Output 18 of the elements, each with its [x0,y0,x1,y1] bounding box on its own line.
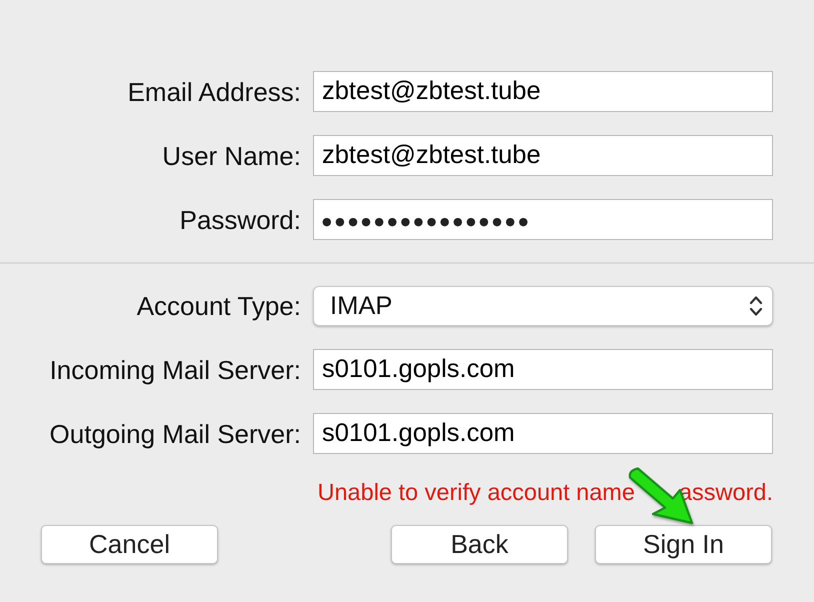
dropdown-button[interactable]: IMAP [313,286,773,326]
field-label: Password: [180,204,301,234]
error-message: assword. [678,479,773,505]
text-field[interactable]: zbtest@zbtest.tube [313,71,773,112]
dialog-button[interactable]: Back [391,525,568,564]
password-field[interactable]: ●●●●●●●●●●●●●●●● [313,199,773,240]
dialog-button[interactable]: Sign In [595,525,772,564]
text-field[interactable]: s0101.gopls.com [313,349,773,390]
dialog-button[interactable]: Cancel [41,525,218,564]
chevron-updown-icon [749,295,763,317]
field-label: Account Type: [136,291,301,321]
error-message: Unable to verify account name [318,479,635,505]
field-label: Outgoing Mail Server: [50,418,301,448]
field-label: User Name: [162,140,301,170]
field-label: Incoming Mail Server: [50,354,301,384]
text-field[interactable]: zbtest@zbtest.tube [313,135,773,176]
text-field[interactable]: s0101.gopls.com [313,413,773,454]
field-label: Email Address: [128,76,301,106]
